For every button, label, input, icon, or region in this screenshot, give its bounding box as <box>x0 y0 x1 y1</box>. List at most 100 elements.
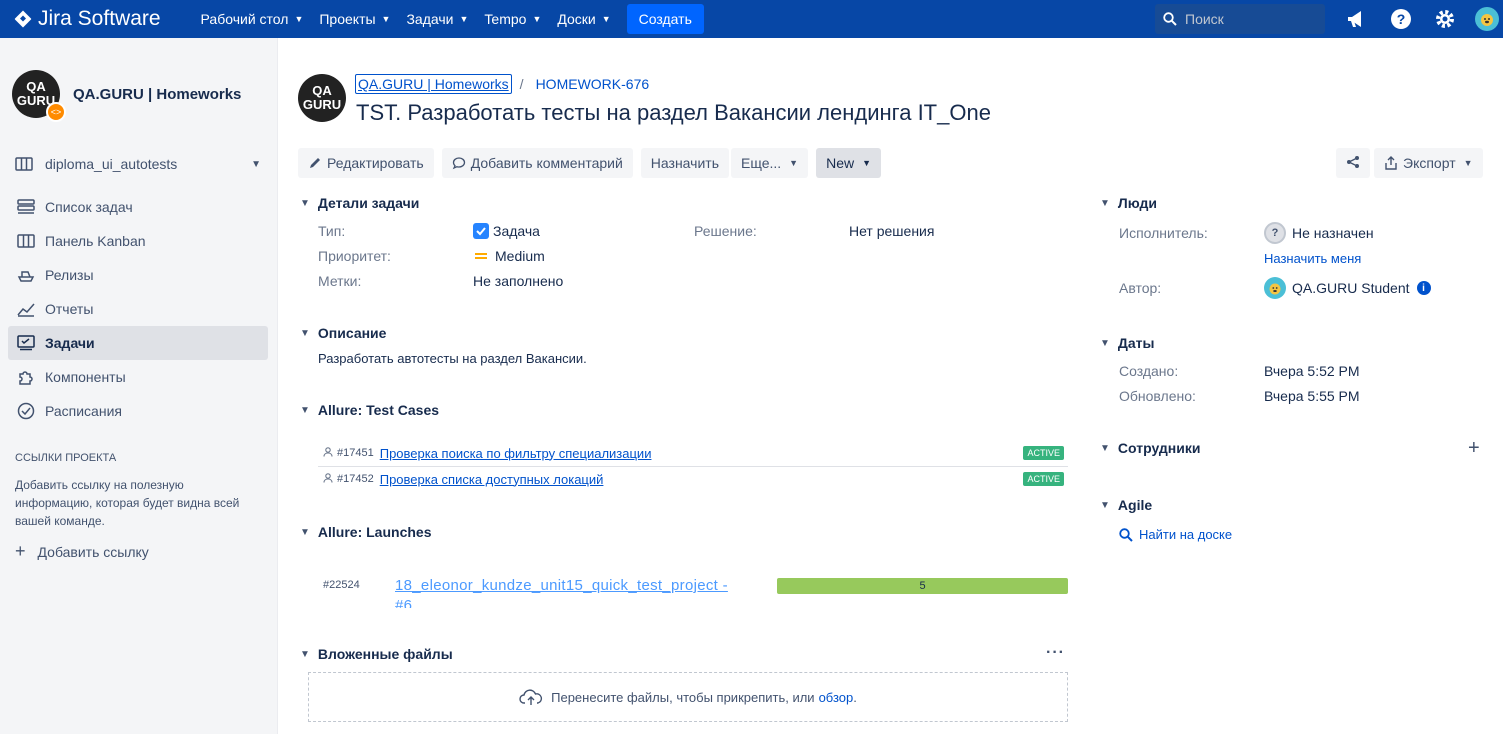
test-case-id: #17451 <box>337 447 374 459</box>
sidebar-item-components[interactable]: Компоненты <box>8 360 268 394</box>
megaphone-icon[interactable] <box>1343 5 1371 33</box>
cloud-upload-icon <box>519 688 543 706</box>
test-cases-section-header[interactable]: ▼ Allure: Test Cases <box>300 402 439 418</box>
test-case-link[interactable]: Проверка списка доступных локаций <box>380 472 604 487</box>
nav-issues[interactable]: Задачи ▼ <box>398 4 476 34</box>
breadcrumb-project-link[interactable]: QA.GURU | Homeworks <box>355 74 512 94</box>
project-header[interactable]: QA GURU <> QA.GURU | Homeworks <box>12 70 241 122</box>
avatar-text-top: QA <box>312 83 332 98</box>
attachments-section-header[interactable]: ▼ Вложенные файлы <box>300 646 453 662</box>
search-input[interactable]: Поиск <box>1155 4 1325 34</box>
sidebar-item-reports[interactable]: Отчеты <box>8 292 268 326</box>
priority-value-text: Medium <box>495 248 545 264</box>
more-options-icon[interactable]: ··· <box>1046 644 1065 662</box>
jira-logo[interactable]: Jira Software <box>14 7 161 31</box>
launch-id: #22524 <box>323 579 360 591</box>
sidebar-item-backlog[interactable]: Список задач <box>8 190 268 224</box>
people-section-header[interactable]: ▼ Люди <box>1100 195 1157 211</box>
chevron-down-icon: ▼ <box>300 404 310 416</box>
add-link-button[interactable]: + Добавить ссылку <box>15 541 149 562</box>
user-icon <box>323 472 333 486</box>
nav-tempo[interactable]: Tempo ▼ <box>476 4 549 34</box>
created-value: Вчера 5:52 PM <box>1264 363 1360 379</box>
assign-button[interactable]: Назначить <box>640 148 729 178</box>
dates-section-header[interactable]: ▼ Даты <box>1100 335 1154 351</box>
avatar-text-bottom: GURU <box>302 97 342 112</box>
nav-tempo-label: Tempo <box>484 11 527 27</box>
agile-section-header[interactable]: ▼ Agile <box>1100 497 1152 513</box>
chevron-down-icon: ▼ <box>1100 442 1110 454</box>
description-text: Разработать автотесты на раздел Вакансии… <box>318 351 587 366</box>
sidebar-item-label: Компоненты <box>45 369 126 385</box>
find-on-board-link[interactable]: Найти на доске <box>1119 527 1232 542</box>
info-icon[interactable]: i <box>1416 281 1431 295</box>
share-button[interactable] <box>1336 148 1370 178</box>
type-value-text: Задача <box>493 223 540 239</box>
add-collaborator-icon[interactable]: + <box>1468 437 1480 460</box>
nav-boards[interactable]: Доски ▼ <box>549 4 618 34</box>
breadcrumb-separator: / <box>519 76 524 92</box>
sidebar-item-schedules[interactable]: Расписания <box>8 394 268 428</box>
project-avatar-main: QA GURU <box>298 74 346 122</box>
export-icon <box>1384 156 1398 170</box>
launches-section-header[interactable]: ▼ Allure: Launches <box>300 524 432 540</box>
settings-gear-icon[interactable] <box>1431 5 1459 33</box>
issue-toolbar: Редактировать Добавить комментарий Назна… <box>298 148 889 178</box>
more-actions-label: Еще... <box>741 155 782 171</box>
reporter-value-text[interactable]: QA.GURU Student <box>1292 280 1410 296</box>
board-selector[interactable]: diploma_ui_autotests ▼ <box>15 156 263 172</box>
add-comment-button[interactable]: Добавить комментарий <box>441 148 633 178</box>
sidebar-item-label: Релизы <box>45 267 94 283</box>
details-section-header[interactable]: ▼ Детали задачи <box>300 195 419 211</box>
chevron-down-icon: ▼ <box>862 158 872 168</box>
avatar-text-top: QA <box>26 79 46 94</box>
chevron-down-icon: ▼ <box>251 158 261 170</box>
share-icon <box>1346 155 1360 172</box>
browse-link[interactable]: обзор <box>819 690 854 705</box>
breadcrumb: QA.GURU | Homeworks / HOMEWORK-676 <box>355 74 649 94</box>
chevron-down-icon: ▼ <box>381 14 391 24</box>
sidebar-item-releases[interactable]: Релизы <box>8 258 268 292</box>
chevron-down-icon: ▼ <box>300 327 310 339</box>
nav-projects[interactable]: Проекты ▼ <box>311 4 398 34</box>
drop-text: Перенесите файлы, чтобы прикрепить, или <box>551 689 815 705</box>
sidebar-item-issues[interactable]: Задачи <box>8 326 268 360</box>
priority-medium-icon <box>475 252 487 260</box>
type-label: Тип: <box>318 223 346 239</box>
assignee-label: Исполнитель: <box>1119 225 1208 241</box>
create-button[interactable]: Создать <box>626 4 704 34</box>
collaborators-section-header[interactable]: ▼ Сотрудники <box>1100 440 1200 456</box>
reporter-avatar <box>1264 277 1286 299</box>
chevron-down-icon: ▼ <box>1100 197 1110 209</box>
export-button[interactable]: Экспорт ▼ <box>1374 148 1483 178</box>
description-section-header[interactable]: ▼ Описание <box>300 325 386 341</box>
assignee-value: ? Не назначен <box>1264 222 1374 244</box>
chevron-down-icon: ▼ <box>601 14 611 24</box>
help-icon[interactable]: ? <box>1387 5 1415 33</box>
project-links-title: ССЫЛКИ ПРОЕКТА <box>15 452 117 464</box>
status-badge: ACTIVE <box>1023 472 1064 486</box>
launch-link[interactable]: 18_eleonor_kundze_unit15_quick_test_proj… <box>395 576 735 608</box>
unassigned-avatar-icon: ? <box>1264 222 1286 244</box>
resolution-label: Решение: <box>694 223 757 239</box>
file-dropzone[interactable]: Перенесите файлы, чтобы прикрепить, или … <box>308 672 1068 722</box>
more-actions-button[interactable]: Еще... ▼ <box>731 148 809 178</box>
assignee-value-text: Не назначен <box>1292 225 1374 241</box>
board-icon <box>16 231 36 251</box>
export-label: Экспорт <box>1403 155 1456 171</box>
issue-toolbar-right: Экспорт ▼ <box>1336 148 1487 178</box>
project-avatar: QA GURU <> <box>12 70 66 122</box>
edit-button[interactable]: Редактировать <box>298 148 434 178</box>
test-case-link[interactable]: Проверка поиска по фильтру специализации <box>380 446 652 461</box>
user-avatar[interactable] <box>1475 7 1499 31</box>
status-button[interactable]: New ▼ <box>816 148 882 178</box>
board-name: diploma_ui_autotests <box>45 156 178 172</box>
people-title: Люди <box>1117 195 1157 211</box>
issue-key-link[interactable]: HOMEWORK-676 <box>536 76 650 92</box>
nav-dashboards[interactable]: Рабочий стол ▼ <box>193 4 312 34</box>
assign-to-me-link[interactable]: Назначить меня <box>1264 251 1361 266</box>
sidebar-item-kanban[interactable]: Панель Kanban <box>8 224 268 258</box>
clock-icon <box>16 401 36 421</box>
updated-value: Вчера 5:55 PM <box>1264 388 1360 404</box>
puzzle-icon <box>16 367 36 387</box>
